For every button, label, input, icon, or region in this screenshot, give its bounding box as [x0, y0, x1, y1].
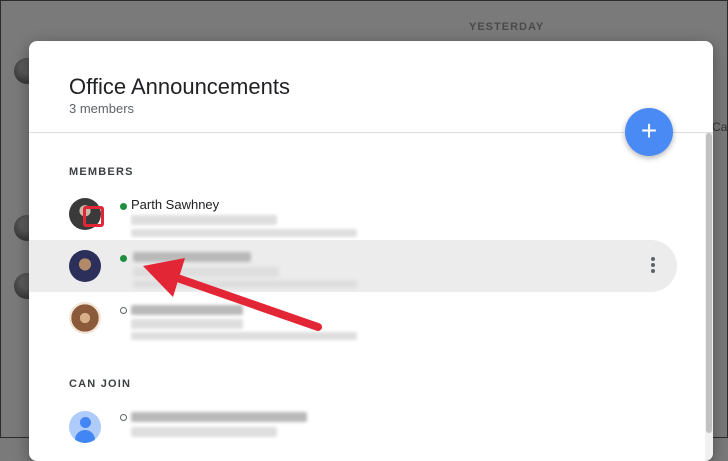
callout-highlight-box [83, 206, 104, 227]
member-row-highlighted[interactable] [29, 240, 677, 292]
date-divider: YESTERDAY [469, 21, 545, 33]
members-dialog: Office Announcements 3 members + MEMBERS… [29, 41, 713, 461]
member-name-redacted [133, 252, 251, 262]
online-status-icon [120, 255, 127, 262]
member-row[interactable]: Parth Sawhney [29, 188, 677, 240]
members-section-label: MEMBERS [69, 166, 134, 178]
group-name-redacted [131, 412, 307, 422]
add-people-button[interactable]: + [625, 108, 673, 156]
member-avatar [69, 250, 101, 282]
member-detail-redacted [133, 280, 357, 288]
member-name-redacted [131, 305, 243, 315]
member-avatar [69, 302, 101, 334]
member-row[interactable] [29, 292, 677, 344]
group-detail-redacted [131, 427, 277, 437]
member-detail-redacted [131, 332, 357, 340]
online-status-icon [120, 203, 127, 210]
scroll-thumb[interactable] [706, 133, 712, 433]
header-divider [29, 132, 713, 133]
can-join-row[interactable] [29, 401, 677, 453]
offline-status-icon [120, 307, 127, 314]
member-email-redacted [131, 319, 243, 329]
offline-status-icon [120, 414, 127, 421]
more-options-icon[interactable] [647, 256, 659, 276]
member-email-redacted [131, 215, 277, 225]
can-join-section-label: CAN JOIN [69, 378, 132, 390]
member-detail-redacted [131, 229, 357, 237]
person-icon [69, 411, 101, 443]
member-email-redacted [133, 267, 279, 277]
chat-text-fragment: Ca [712, 120, 728, 134]
dialog-title: Office Announcements [69, 74, 290, 99]
scrollbar[interactable] [705, 133, 713, 461]
member-name: Parth Sawhney [131, 197, 220, 212]
member-count: 3 members [69, 101, 135, 116]
